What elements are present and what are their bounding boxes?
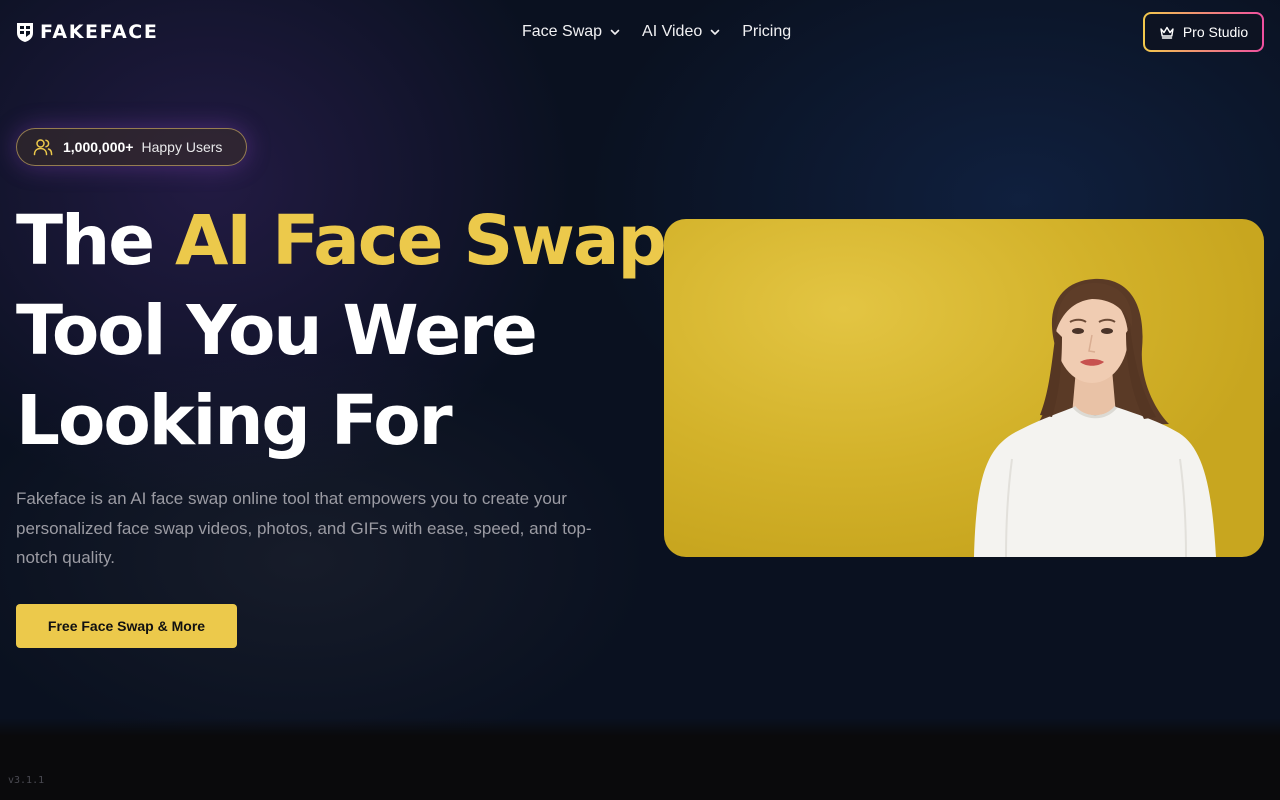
- users-count: 1,000,000+: [63, 139, 134, 155]
- nav-pricing[interactable]: Pricing: [742, 23, 791, 41]
- nav-ai-video[interactable]: AI Video: [642, 23, 720, 41]
- headline-line-3: Looking For: [16, 381, 453, 461]
- brand-name: FAKEFACE: [40, 21, 159, 43]
- pro-studio-label: Pro Studio: [1182, 24, 1249, 40]
- chevron-down-icon: [610, 29, 620, 35]
- hero-image: [664, 219, 1264, 557]
- headline-line-2: Tool You Were: [16, 291, 538, 371]
- logo-shield-icon: [17, 23, 33, 42]
- headline-prefix: The: [16, 201, 176, 281]
- footer-band: [0, 718, 1280, 800]
- brand-logo[interactable]: FAKEFACE: [16, 20, 158, 44]
- chevron-down-icon: [710, 29, 720, 35]
- pro-studio-button-inner: Pro Studio: [1145, 14, 1262, 50]
- happy-users-badge: 1,000,000+ Happy Users: [16, 128, 247, 166]
- nav-pricing-label: Pricing: [742, 23, 792, 40]
- nav-face-swap-label: Face Swap: [522, 23, 603, 40]
- users-icon: [33, 139, 53, 156]
- nav-face-swap[interactable]: Face Swap: [522, 23, 620, 41]
- site-header: FAKEFACE Face Swap AI Video Pricing Pro …: [0, 0, 1280, 64]
- hero-headline: The AI Face Swap Tool You Were Looking F…: [16, 196, 667, 466]
- main-nav: Face Swap AI Video Pricing: [522, 20, 791, 44]
- headline-accent: AI Face Swap: [175, 201, 667, 281]
- users-label: Happy Users: [141, 139, 223, 155]
- crown-icon: [1160, 26, 1174, 39]
- pro-studio-button[interactable]: Pro Studio: [1143, 12, 1264, 52]
- headline-line-1: The AI Face Swap: [16, 196, 667, 286]
- hero-portrait: [974, 278, 1216, 557]
- hero-description: Fakeface is an AI face swap online tool …: [16, 489, 592, 567]
- version-label: v3.1.1: [8, 775, 45, 786]
- free-face-swap-button[interactable]: Free Face Swap & More: [16, 604, 237, 648]
- nav-ai-video-label: AI Video: [642, 23, 703, 40]
